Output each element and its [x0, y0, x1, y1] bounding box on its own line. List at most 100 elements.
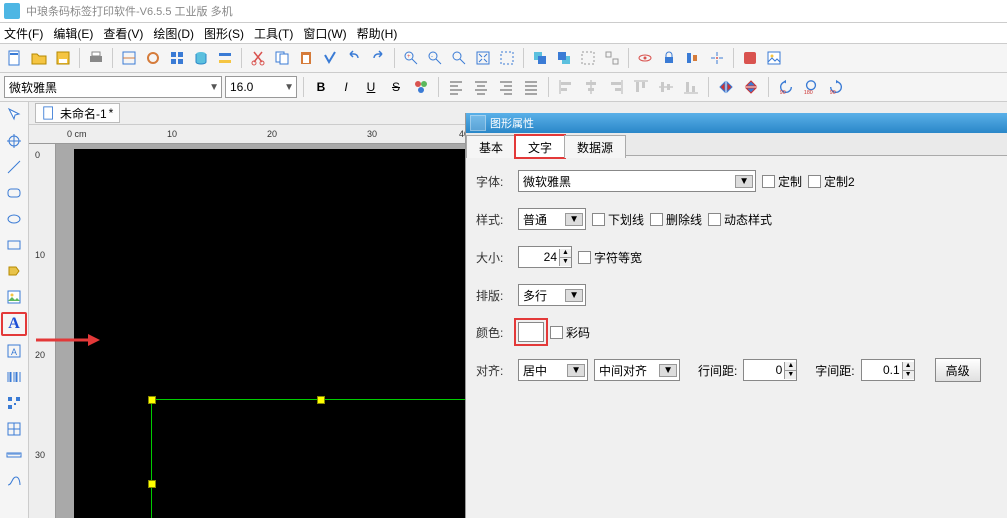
size-spinner[interactable]: ▲▼	[518, 246, 572, 268]
delete-icon[interactable]	[319, 47, 341, 69]
curve-tool-icon[interactable]	[2, 470, 26, 492]
align-tool-icon[interactable]	[682, 47, 704, 69]
image-tool-icon[interactable]	[2, 286, 26, 308]
grid-layout-icon[interactable]	[166, 47, 188, 69]
align-objects-top-icon[interactable]	[630, 76, 652, 98]
align-objects-left-icon[interactable]	[555, 76, 577, 98]
zoom-in-icon[interactable]: +	[400, 47, 422, 69]
ungroup-icon[interactable]	[601, 47, 623, 69]
table-tool-icon[interactable]	[2, 418, 26, 440]
pdf-export-icon[interactable]	[739, 47, 761, 69]
align-objects-center-icon[interactable]	[580, 76, 602, 98]
main-toolbar: + -	[0, 44, 1007, 73]
image-export-icon[interactable]	[763, 47, 785, 69]
document-settings-icon[interactable]	[118, 47, 140, 69]
tab-text[interactable]: 文字	[515, 135, 565, 158]
menu-edit[interactable]: 编辑(E)	[53, 25, 93, 42]
group-icon[interactable]	[577, 47, 599, 69]
font-family-combo[interactable]: 微软雅黑▼	[4, 76, 222, 98]
font-select[interactable]: 微软雅黑▼	[518, 170, 756, 192]
layout-select[interactable]: 多行▼	[518, 284, 586, 306]
colorcode-checkbox[interactable]: 彩码	[550, 324, 590, 341]
generate-icon[interactable]	[142, 47, 164, 69]
cut-icon[interactable]	[247, 47, 269, 69]
flip-horizontal-icon[interactable]	[715, 76, 737, 98]
barcode-2d-tool-icon[interactable]	[2, 392, 26, 414]
rounded-rect-tool-icon[interactable]	[2, 182, 26, 204]
underline-button[interactable]: U	[360, 76, 382, 98]
new-document-icon[interactable]	[4, 47, 26, 69]
save-icon[interactable]	[52, 47, 74, 69]
menu-tool[interactable]: 工具(T)	[254, 25, 293, 42]
italic-button[interactable]: I	[335, 76, 357, 98]
selected-text-object[interactable]	[151, 399, 491, 518]
copy-icon[interactable]	[271, 47, 293, 69]
doc-tab-modified: *	[109, 106, 114, 120]
align-objects-middle-icon[interactable]	[655, 76, 677, 98]
underline-checkbox[interactable]: 下划线	[592, 211, 644, 228]
zoom-100-icon[interactable]	[448, 47, 470, 69]
rotate-right-90-icon[interactable]: 90	[825, 76, 847, 98]
align-left-icon[interactable]	[445, 76, 467, 98]
zoom-out-icon[interactable]: -	[424, 47, 446, 69]
flip-vertical-icon[interactable]	[740, 76, 762, 98]
menu-view[interactable]: 查看(V)	[103, 25, 143, 42]
bring-front-icon[interactable]	[529, 47, 551, 69]
custom1-checkbox[interactable]: 定制	[762, 173, 802, 190]
menu-window[interactable]: 窗口(W)	[303, 25, 346, 42]
font-size-combo[interactable]: 16.0▼	[225, 76, 297, 98]
pointer-tool-icon[interactable]	[2, 104, 26, 126]
advanced-button[interactable]: 高级	[935, 358, 981, 382]
style-select[interactable]: 普通▼	[518, 208, 586, 230]
custom2-checkbox[interactable]: 定制2	[808, 173, 855, 190]
bold-button[interactable]: B	[310, 76, 332, 98]
undo-icon[interactable]	[343, 47, 365, 69]
chargap-spinner[interactable]: ▲▼	[861, 359, 915, 381]
monospace-checkbox[interactable]: 字符等宽	[578, 249, 642, 266]
align-justify-icon[interactable]	[520, 76, 542, 98]
print-icon[interactable]	[85, 47, 107, 69]
rotate-left-90-icon[interactable]: 90	[775, 76, 797, 98]
database-icon[interactable]	[190, 47, 212, 69]
menu-shape[interactable]: 图形(S)	[204, 25, 244, 42]
ruler-tool-icon[interactable]	[2, 444, 26, 466]
svg-text:A: A	[11, 347, 17, 357]
align-objects-bottom-icon[interactable]	[680, 76, 702, 98]
color-well[interactable]	[518, 322, 544, 342]
linegap-spinner[interactable]: ▲▼	[743, 359, 797, 381]
rotate-180-icon[interactable]: 180	[800, 76, 822, 98]
send-back-icon[interactable]	[553, 47, 575, 69]
zoom-fit-icon[interactable]	[472, 47, 494, 69]
paste-icon[interactable]	[295, 47, 317, 69]
barcode-1d-tool-icon[interactable]	[2, 366, 26, 388]
line-tool-icon[interactable]	[2, 156, 26, 178]
zoom-selection-icon[interactable]	[496, 47, 518, 69]
rectangle-tool-icon[interactable]	[2, 234, 26, 256]
text-tool-button[interactable]: A	[1, 312, 27, 336]
strike-button[interactable]: S	[385, 76, 407, 98]
pan-tool-icon[interactable]	[2, 130, 26, 152]
halign-select[interactable]: 居中▼	[518, 359, 588, 381]
menu-help[interactable]: 帮助(H)	[357, 25, 398, 42]
snap-icon[interactable]	[706, 47, 728, 69]
eye-toggle-icon[interactable]	[634, 47, 656, 69]
ellipse-tool-icon[interactable]	[2, 208, 26, 230]
align-center-icon[interactable]	[470, 76, 492, 98]
strike-checkbox[interactable]: 删除线	[650, 211, 702, 228]
align-objects-right-icon[interactable]	[605, 76, 627, 98]
align-right-icon[interactable]	[495, 76, 517, 98]
open-file-icon[interactable]	[28, 47, 50, 69]
document-tab[interactable]: 未命名-1 *	[35, 103, 120, 123]
valign-select[interactable]: 中间对齐▼	[594, 359, 680, 381]
text-color-icon[interactable]	[410, 76, 432, 98]
rich-text-tool-icon[interactable]: A	[2, 340, 26, 362]
menu-draw[interactable]: 绘图(D)	[153, 25, 194, 42]
lock-icon[interactable]	[658, 47, 680, 69]
redo-icon[interactable]	[367, 47, 389, 69]
tab-basic[interactable]: 基本	[466, 135, 516, 158]
sequence-icon[interactable]	[214, 47, 236, 69]
dynstyle-checkbox[interactable]: 动态样式	[708, 211, 772, 228]
menu-file[interactable]: 文件(F)	[4, 25, 43, 42]
polygon-tool-icon[interactable]	[2, 260, 26, 282]
tab-datasource[interactable]: 数据源	[564, 135, 626, 158]
